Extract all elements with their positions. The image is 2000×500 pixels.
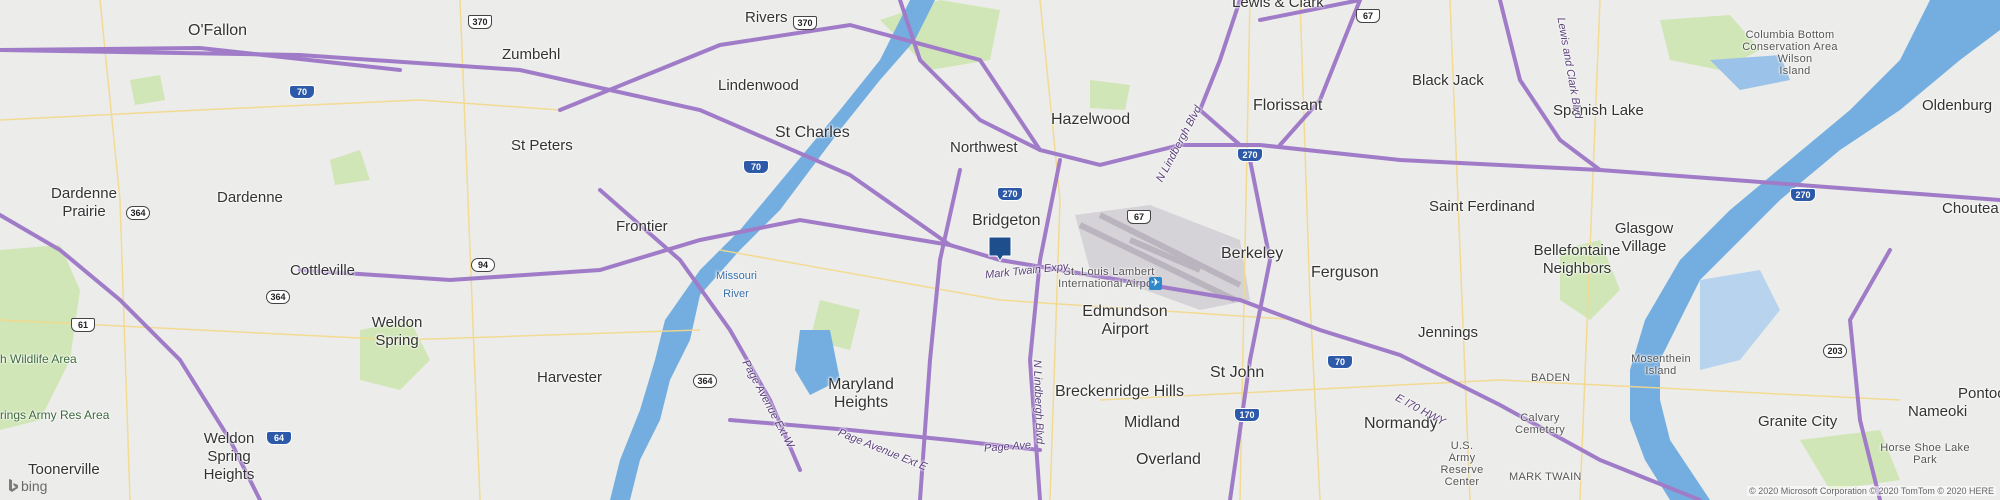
bing-logo-text: bing (21, 478, 48, 494)
bing-logo[interactable]: bing (8, 478, 47, 494)
place-label[interactable]: Breckenridge Hills (1055, 383, 1184, 401)
state-route-364-shield: 364 (126, 206, 150, 220)
place-label[interactable]: St Peters (511, 137, 573, 154)
island-label: Wilson Island (1777, 53, 1813, 77)
interstate-270-shield: 270 (1237, 148, 1263, 162)
place-label[interactable]: O'Fallon (188, 22, 247, 40)
interstate-270-shield: 270 (1790, 188, 1816, 202)
place-label[interactable]: Midland (1124, 414, 1180, 432)
us-route-61-shield: 61 (71, 318, 95, 332)
place-label[interactable]: St Charles (775, 124, 850, 142)
place-label[interactable]: St John (1210, 364, 1264, 382)
place-label[interactable]: Dardenne Prairie (50, 185, 118, 221)
river-label: Missouri River (716, 270, 757, 300)
location-marker-icon[interactable] (988, 236, 1012, 262)
place-label[interactable]: Overland (1136, 451, 1201, 469)
state-route-94-shield: 94 (471, 258, 495, 272)
interstate-270-shield: 270 (997, 187, 1023, 201)
place-label[interactable]: Lindenwood (718, 77, 799, 94)
island-label: Mosenthein Island (1631, 353, 1691, 377)
neighborhood-label: MARK TWAIN (1509, 471, 1582, 483)
us-route-370-shield: 370 (468, 15, 492, 29)
interstate-70-shield: 70 (1327, 355, 1353, 369)
place-label[interactable]: Lewis & Clark (1232, 0, 1324, 11)
park-label: Horse Shoe Lake Park (1880, 442, 1970, 466)
place-label[interactable]: Saint Ferdinand (1429, 198, 1535, 215)
place-label[interactable]: Berkeley (1221, 245, 1283, 263)
us-route-370-shield: 370 (793, 16, 817, 30)
place-label[interactable]: Rivers (745, 9, 788, 26)
place-label[interactable]: Northwest (950, 139, 1018, 156)
place-label[interactable]: Hazelwood (1051, 111, 1130, 129)
interstate-70-shield: 70 (289, 85, 315, 99)
place-label[interactable]: Frontier (616, 218, 668, 235)
place-label[interactable]: Harvester (537, 369, 602, 386)
place-label[interactable]: Spanish Lake (1553, 102, 1644, 119)
place-label[interactable]: Black Jack (1412, 72, 1484, 89)
map-view[interactable]: 370 370 67 70 270 70 270 364 67 270 94 3… (0, 0, 2000, 500)
conservation-area-label: Columbia Bottom Conservation Area (1742, 29, 1838, 53)
place-label[interactable]: Pontoo (1958, 385, 2000, 402)
cemetery-label: Calvary Cemetery (1515, 412, 1566, 436)
army-reserve-label: U.S. Army Reserve Center (1440, 440, 1484, 488)
interstate-64-shield: 64 (266, 431, 292, 445)
place-label[interactable]: Bridgeton (972, 212, 1041, 230)
place-label[interactable]: Granite City (1758, 413, 1837, 430)
place-label[interactable]: Choutea (1942, 200, 1999, 217)
place-label[interactable]: Maryland Heights (825, 376, 897, 412)
airport-icon[interactable]: ✈ (1149, 277, 1162, 290)
place-label[interactable]: Bellefontaine Neighbors (1527, 242, 1627, 278)
bing-logo-icon (9, 479, 18, 492)
state-route-364-shield: 364 (693, 374, 717, 388)
us-route-67-shield: 67 (1127, 210, 1151, 224)
place-label[interactable]: Weldon Spring (370, 314, 424, 350)
interstate-70-shield: 70 (743, 160, 769, 174)
place-label[interactable]: Cottleville (290, 262, 355, 279)
state-route-364-shield: 364 (266, 290, 290, 304)
place-label[interactable]: Edmundson Airport (1080, 303, 1170, 339)
place-label[interactable]: Toonerville (28, 461, 100, 478)
place-label[interactable]: Dardenne (217, 189, 283, 206)
place-label[interactable]: Nameoki (1908, 403, 1967, 420)
us-route-67-shield: 67 (1356, 9, 1380, 23)
neighborhood-label: BADEN (1531, 372, 1571, 384)
place-label[interactable]: Ferguson (1311, 264, 1379, 282)
place-label[interactable]: Oldenburg (1922, 97, 1992, 114)
airport-label: St. Louis Lambert International Airport (1058, 266, 1160, 290)
place-label[interactable]: Florissant (1253, 97, 1322, 115)
place-label[interactable]: rings Army Res Area (0, 408, 109, 422)
map-attribution[interactable]: © 2020 Microsoft Corporation © 2020 TomT… (1747, 486, 1996, 496)
interstate-170-shield: 170 (1234, 408, 1260, 422)
place-label[interactable]: Weldon Spring Heights (198, 430, 260, 484)
place-label[interactable]: h Wildlife Area (0, 352, 77, 366)
place-label[interactable]: Zumbehl (502, 46, 560, 63)
place-label[interactable]: Jennings (1418, 324, 1478, 341)
state-route-203-shield: 203 (1823, 344, 1847, 358)
